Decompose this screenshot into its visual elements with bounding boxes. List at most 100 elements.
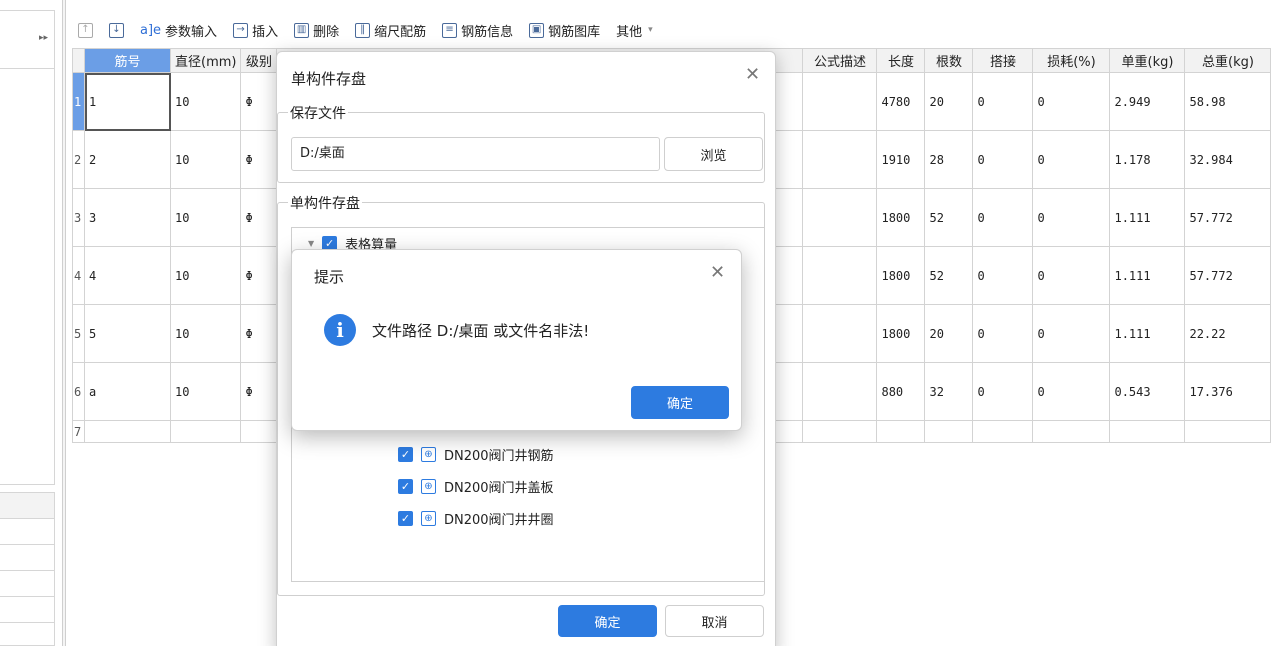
cell-formula-desc[interactable] (802, 362, 878, 421)
cell-formula-desc[interactable] (802, 304, 878, 363)
other-menu-button[interactable]: 其他 ▾ (610, 17, 659, 43)
cell-unit-weight[interactable]: 1.111 (1109, 304, 1186, 363)
close-icon[interactable]: ✕ (710, 264, 725, 282)
cell-total-weight[interactable]: 32.984 (1184, 130, 1272, 189)
cell-count[interactable]: 28 (924, 130, 974, 189)
cell-count[interactable]: 52 (924, 188, 974, 247)
cell-lap[interactable]: 0 (972, 362, 1034, 421)
cell-loss[interactable]: 0 (1032, 362, 1111, 421)
checkbox-checked-icon[interactable]: ✓ (398, 479, 413, 494)
cell-grade[interactable]: Φ (240, 362, 278, 421)
row-index[interactable]: 6 (72, 362, 85, 421)
cell-total-weight[interactable] (1184, 420, 1272, 443)
property-row[interactable] (0, 571, 54, 597)
cell-grade[interactable]: Φ (240, 304, 278, 363)
expand-panel-icon[interactable]: ▸▸ (39, 33, 48, 43)
col-header-count[interactable]: 根数 (924, 48, 974, 73)
close-icon[interactable]: ✕ (745, 66, 760, 84)
col-header-unit-weight[interactable]: 单重(kg) (1109, 48, 1186, 73)
file-path-input[interactable]: D:/桌面 (291, 137, 660, 171)
cell-loss[interactable]: 0 (1032, 130, 1111, 189)
col-header-length[interactable]: 长度 (876, 48, 926, 73)
col-header-grade[interactable]: 级别 (240, 48, 278, 73)
col-header-total-weight[interactable]: 总重(kg) (1184, 48, 1272, 73)
param-input-button[interactable]: a]e 参数输入 (134, 17, 223, 43)
cell-lap[interactable]: 0 (972, 188, 1034, 247)
insert-button[interactable]: → 插入 (227, 17, 284, 43)
cell-total-weight[interactable]: 22.22 (1184, 304, 1272, 363)
cell-count[interactable] (924, 420, 974, 443)
cell-lap[interactable]: 0 (972, 246, 1034, 305)
scale-rebar-button[interactable]: ‖ 缩尺配筋 (349, 17, 432, 43)
cell-bar-no[interactable]: 5 (84, 304, 171, 363)
cell-diameter[interactable]: 10 (169, 188, 242, 247)
cell-diameter[interactable]: 10 (169, 72, 242, 131)
cell-unit-weight[interactable]: 1.111 (1109, 246, 1186, 305)
delete-button[interactable]: ▥ 删除 (288, 17, 345, 43)
alert-ok-button[interactable]: 确定 (631, 386, 729, 419)
cell-length[interactable]: 4780 (876, 72, 926, 131)
cell-diameter[interactable]: 10 (169, 130, 242, 189)
cell-bar-no[interactable] (84, 420, 171, 443)
cell-loss[interactable]: 0 (1032, 188, 1111, 247)
rebar-info-button[interactable]: ≡ 钢筋信息 (436, 17, 519, 43)
cell-grade[interactable] (240, 420, 278, 443)
col-header-formula-desc[interactable]: 公式描述 (802, 48, 878, 73)
cell-length[interactable] (876, 420, 926, 443)
row-index[interactable]: 7 (72, 420, 85, 443)
property-row[interactable] (0, 519, 54, 545)
cell-total-weight[interactable]: 57.772 (1184, 246, 1272, 305)
cell-lap[interactable] (972, 420, 1034, 443)
cell-loss[interactable]: 0 (1032, 304, 1111, 363)
cell-count[interactable]: 52 (924, 246, 974, 305)
cell-length[interactable]: 1800 (876, 304, 926, 363)
cell-loss[interactable]: 0 (1032, 246, 1111, 305)
row-index[interactable]: 5 (72, 304, 85, 363)
cell-bar-no[interactable]: 4 (84, 246, 171, 305)
splitter[interactable] (62, 0, 66, 646)
move-down-button[interactable]: ↓ (103, 17, 130, 43)
cell-bar-no[interactable]: 3 (84, 188, 171, 247)
cell-count[interactable]: 20 (924, 72, 974, 131)
property-row[interactable] (0, 597, 54, 623)
cell-grade[interactable]: Φ (240, 72, 278, 131)
cell-loss[interactable] (1032, 420, 1111, 443)
cell-diameter[interactable]: 10 (169, 246, 242, 305)
cell-total-weight[interactable]: 58.98 (1184, 72, 1272, 131)
row-index[interactable]: 3 (72, 188, 85, 247)
cell-count[interactable]: 20 (924, 304, 974, 363)
cell-length[interactable]: 1800 (876, 246, 926, 305)
row-index[interactable]: 4 (72, 246, 85, 305)
cell-diameter[interactable] (169, 420, 242, 443)
cell-unit-weight[interactable]: 0.543 (1109, 362, 1186, 421)
cell-count[interactable]: 32 (924, 362, 974, 421)
cell-length[interactable]: 1910 (876, 130, 926, 189)
col-header-bar-no[interactable]: 筋号 (84, 48, 171, 73)
cell-unit-weight[interactable] (1109, 420, 1186, 443)
cell-formula-desc[interactable] (802, 246, 878, 305)
col-header-diameter[interactable]: 直径(mm) (169, 48, 242, 73)
cell-length[interactable]: 1800 (876, 188, 926, 247)
cell-bar-no[interactable]: 1 (84, 72, 171, 131)
checkbox-checked-icon[interactable]: ✓ (398, 447, 413, 462)
cell-unit-weight[interactable]: 2.949 (1109, 72, 1186, 131)
tree-item[interactable]: ✓ ⊕ DN200阀门井钢筋 (398, 445, 554, 464)
cell-bar-no[interactable]: a (84, 362, 171, 421)
cell-formula-desc[interactable] (802, 188, 878, 247)
cell-bar-no[interactable]: 2 (84, 130, 171, 189)
cell-diameter[interactable]: 10 (169, 362, 242, 421)
browse-button[interactable]: 浏览 (664, 137, 763, 171)
cell-loss[interactable]: 0 (1032, 72, 1111, 131)
checkbox-checked-icon[interactable]: ✓ (398, 511, 413, 526)
col-header-loss[interactable]: 损耗(%) (1032, 48, 1111, 73)
cell-grade[interactable]: Φ (240, 130, 278, 189)
row-index[interactable]: 2 (72, 130, 85, 189)
cell-lap[interactable]: 0 (972, 72, 1034, 131)
cell-diameter[interactable]: 10 (169, 304, 242, 363)
cancel-button[interactable]: 取消 (665, 605, 764, 637)
cell-grade[interactable]: Φ (240, 246, 278, 305)
cell-formula-desc[interactable] (802, 72, 878, 131)
cell-total-weight[interactable]: 17.376 (1184, 362, 1272, 421)
rebar-library-button[interactable]: ▣ 钢筋图库 (523, 17, 606, 43)
move-up-button[interactable]: ↑ (72, 17, 99, 43)
